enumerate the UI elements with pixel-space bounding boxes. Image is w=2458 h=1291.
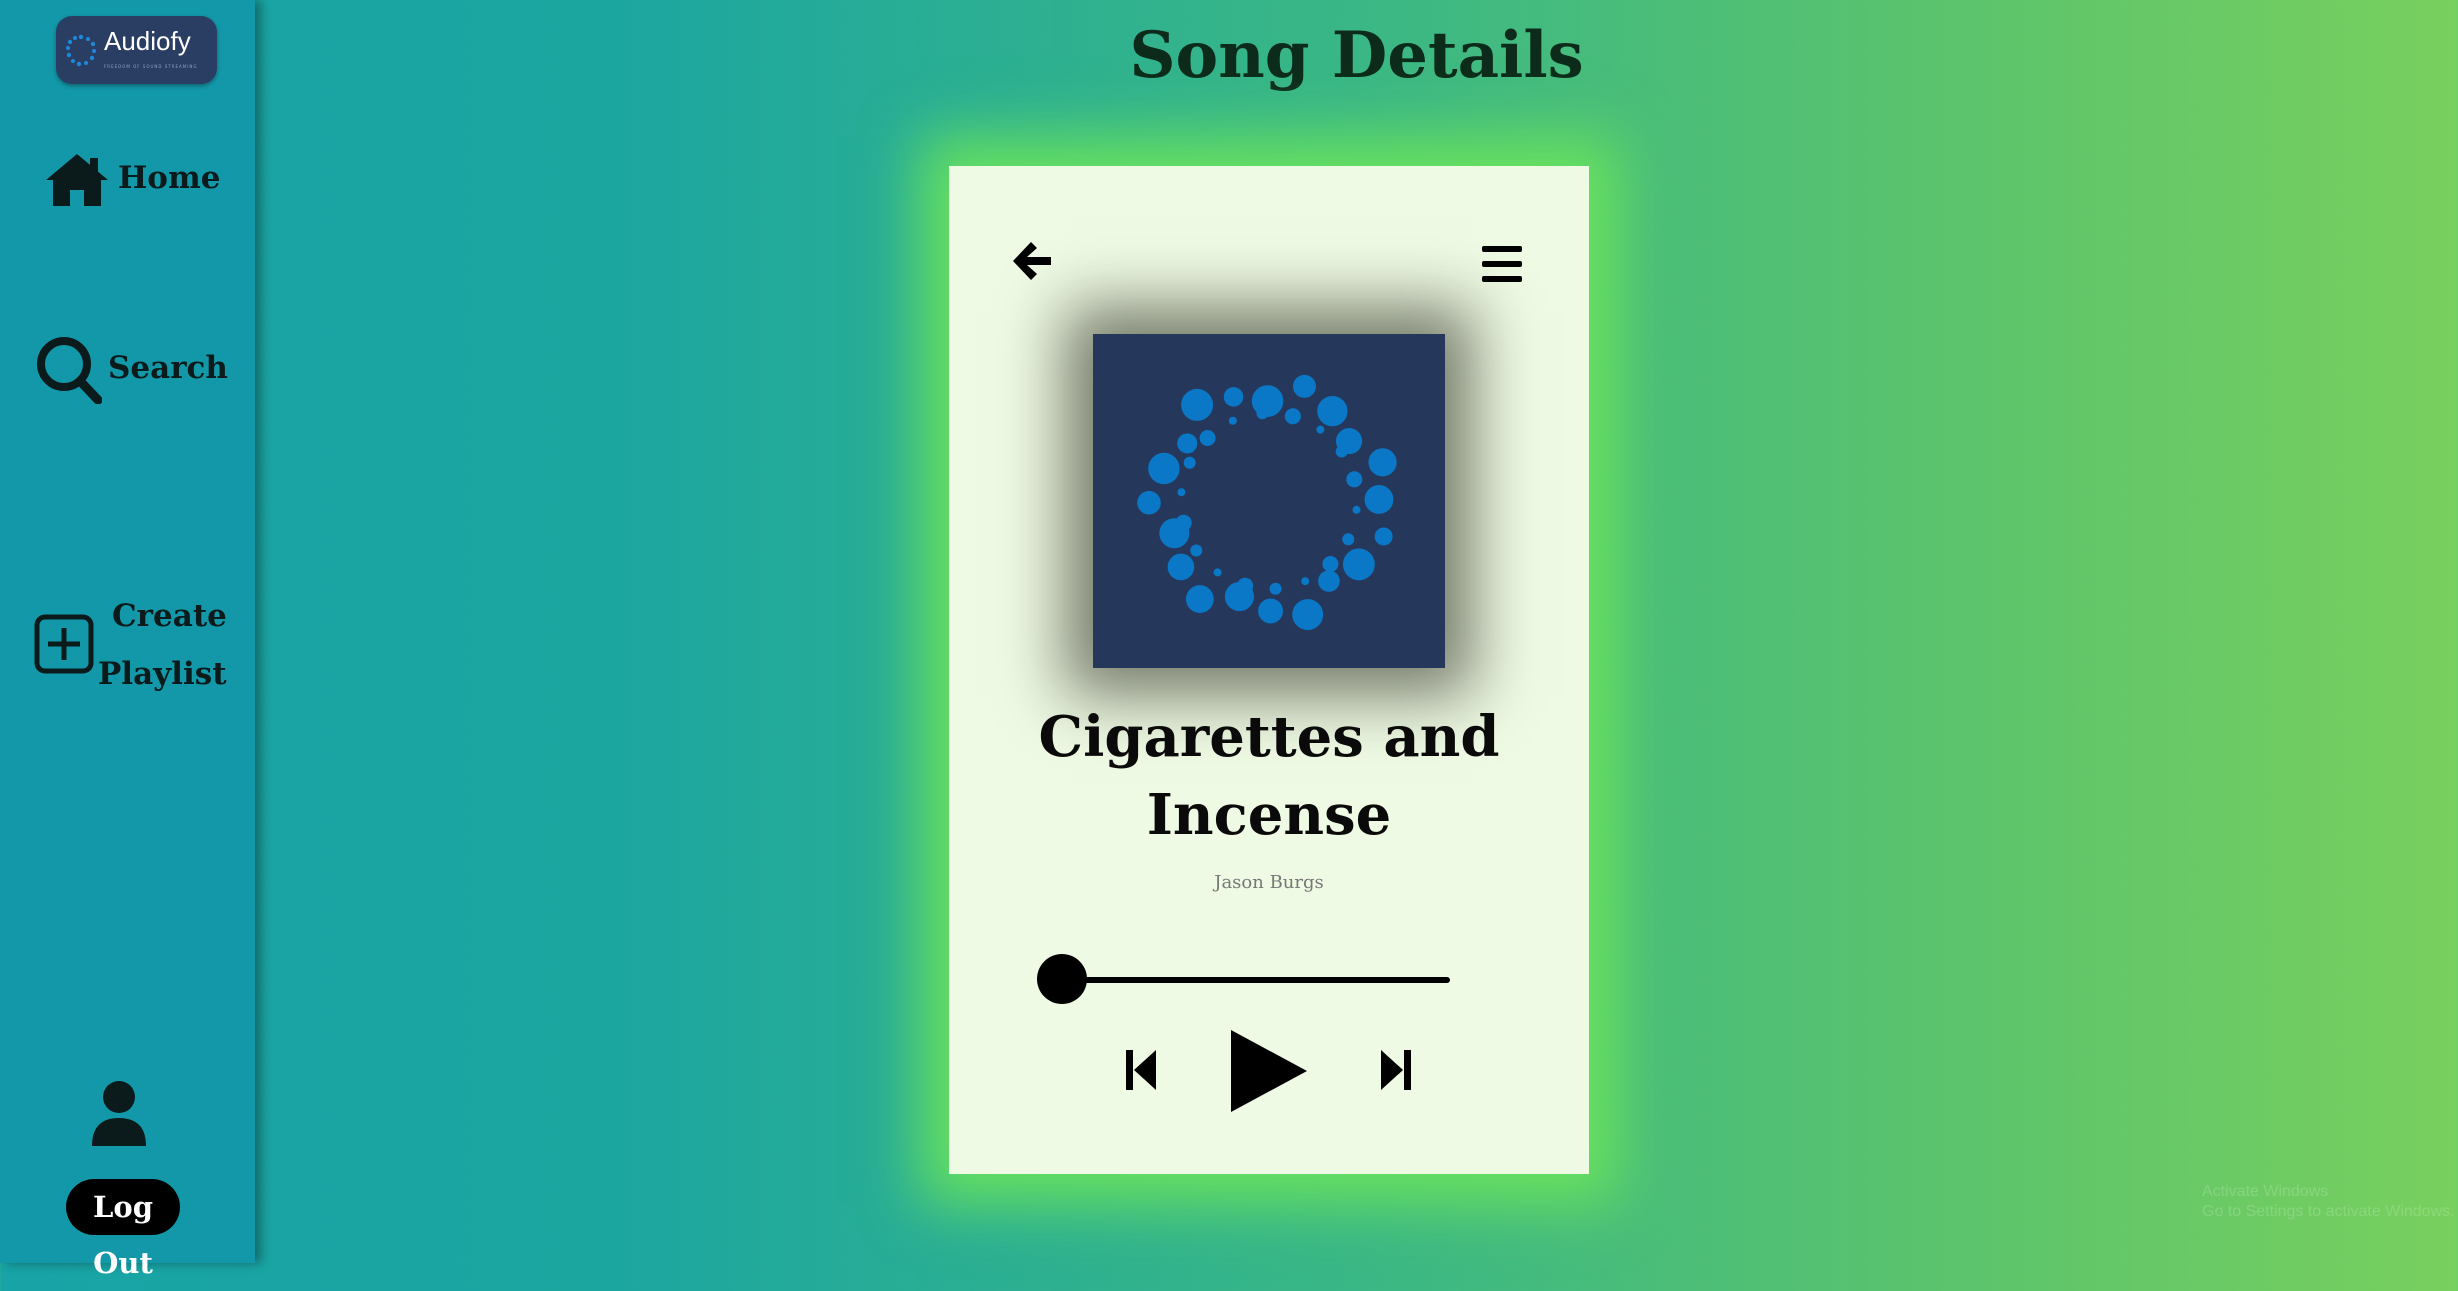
album-dot bbox=[1228, 416, 1237, 425]
app-name: Audiofy bbox=[104, 26, 191, 56]
album-dot bbox=[1342, 548, 1375, 581]
progress-thumb[interactable] bbox=[1037, 954, 1087, 1004]
album-dot bbox=[1374, 527, 1393, 546]
page-title: Song Details bbox=[1129, 18, 1584, 93]
album-dot bbox=[1237, 577, 1254, 594]
sidebar: Audiofy FREEDOM OF SOUND STREAMING Home … bbox=[0, 0, 255, 1280]
song-player-card: Cigarettes and Incense Jason Burgs bbox=[949, 166, 1589, 1174]
song-artist[interactable]: Jason Burgs bbox=[949, 872, 1589, 893]
album-dot bbox=[1199, 429, 1216, 446]
sidebar-item-label-line1: Create bbox=[112, 598, 227, 634]
watermark-line2: Go to Settings to activate Windows. bbox=[2202, 1203, 2455, 1220]
album-dot bbox=[1137, 490, 1161, 515]
sidebar-item-home[interactable]: Home bbox=[44, 150, 221, 210]
sidebar-item-label-line2: Playlist bbox=[98, 656, 227, 692]
album-dot bbox=[1185, 585, 1214, 613]
sidebar-item-search[interactable]: Search bbox=[34, 334, 228, 404]
album-dot bbox=[1190, 544, 1203, 557]
sidebar-item-label: Home bbox=[118, 160, 221, 196]
user-icon[interactable] bbox=[90, 1080, 148, 1148]
previous-icon[interactable] bbox=[1124, 1048, 1158, 1092]
album-dot bbox=[1316, 425, 1325, 434]
sidebar-item-label: Search bbox=[108, 350, 228, 386]
logout-button[interactable]: Log Out bbox=[66, 1179, 180, 1280]
album-dot bbox=[1175, 514, 1192, 531]
next-icon[interactable] bbox=[1379, 1048, 1413, 1092]
logo-dots-icon bbox=[66, 34, 96, 67]
album-dot bbox=[1301, 577, 1310, 586]
sidebar-item-create-playlist[interactable]: Create Playlist bbox=[34, 598, 227, 708]
plus-square-icon bbox=[34, 614, 94, 674]
menu-icon[interactable] bbox=[1480, 244, 1524, 284]
album-dot bbox=[1335, 445, 1348, 458]
album-dot bbox=[1284, 408, 1301, 425]
song-title: Cigarettes and Incense bbox=[1038, 704, 1500, 848]
search-icon bbox=[37, 337, 102, 404]
album-dot bbox=[1364, 485, 1394, 514]
album-dot bbox=[1317, 395, 1348, 427]
home-icon bbox=[46, 154, 108, 206]
album-dot bbox=[1292, 374, 1316, 398]
windows-activation-watermark: Activate Windows Go to Settings to activ… bbox=[2202, 1182, 2455, 1222]
app-tagline: FREEDOM OF SOUND STREAMING bbox=[104, 64, 198, 69]
album-dot bbox=[1256, 407, 1269, 420]
album-dot bbox=[1318, 570, 1340, 592]
back-arrow-icon[interactable] bbox=[1009, 238, 1055, 284]
album-dot bbox=[1258, 598, 1284, 624]
album-dot bbox=[1213, 568, 1222, 577]
album-dot bbox=[1167, 553, 1195, 581]
album-dot bbox=[1177, 488, 1186, 497]
album-dot bbox=[1148, 452, 1180, 485]
album-art-dots-graphic bbox=[1137, 374, 1397, 631]
album-dot bbox=[1269, 582, 1282, 595]
progress-track[interactable] bbox=[1062, 977, 1450, 983]
album-dot bbox=[1346, 471, 1363, 488]
album-dot bbox=[1292, 599, 1324, 631]
album-dot bbox=[1183, 456, 1196, 469]
album-cover bbox=[1093, 334, 1445, 668]
play-icon[interactable] bbox=[1229, 1028, 1309, 1114]
album-dot bbox=[1223, 387, 1244, 407]
watermark-line1: Activate Windows bbox=[2202, 1183, 2329, 1200]
album-dot bbox=[1181, 388, 1214, 421]
album-dot bbox=[1368, 448, 1397, 477]
album-dot bbox=[1322, 556, 1339, 573]
album-dot bbox=[1342, 533, 1355, 546]
album-dot bbox=[1177, 433, 1198, 454]
app-logo[interactable]: Audiofy FREEDOM OF SOUND STREAMING bbox=[56, 16, 217, 84]
album-dot bbox=[1352, 505, 1361, 514]
